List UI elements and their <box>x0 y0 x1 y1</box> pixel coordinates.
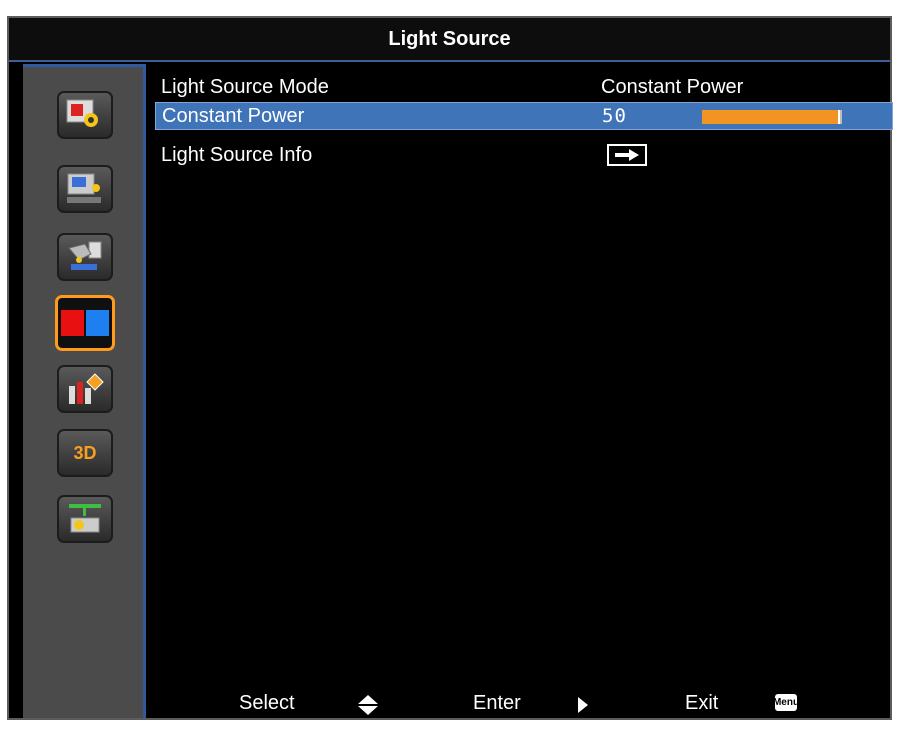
enter-hint-label: Enter <box>473 692 521 714</box>
slider-marker <box>838 110 840 124</box>
sidebar-item-setup[interactable] <box>57 233 113 281</box>
image-settings-icon <box>66 99 98 127</box>
setup-icon <box>68 241 102 270</box>
footer-hints: Select Enter Exit Menu <box>149 684 894 724</box>
row-label: Light Source Info <box>161 144 313 166</box>
sidebar-item-image-settings[interactable] <box>57 91 113 139</box>
slider-fill <box>702 110 838 124</box>
osd-window: Light Source 3D Light Source Mode Consta… <box>7 16 894 720</box>
select-hint-label: Select <box>239 692 295 714</box>
sidebar: 3D <box>23 64 146 718</box>
row-value: Constant Power <box>601 76 744 98</box>
up-down-arrow-icon <box>358 695 378 715</box>
light-source-icon <box>61 310 109 336</box>
enter-arrow-icon[interactable] <box>607 144 647 166</box>
exit-hint-label: Exit <box>685 692 719 714</box>
display-settings-icon <box>67 173 101 203</box>
row-value: 50 <box>602 105 627 127</box>
row-light-source-info[interactable]: Light Source Info <box>155 142 893 170</box>
sidebar-item-light-source[interactable] <box>55 295 115 351</box>
menu-key-icon: Menu <box>773 694 799 711</box>
sidebar-item-display-settings[interactable] <box>57 165 113 213</box>
network-icon <box>69 504 101 533</box>
information-icon <box>69 373 104 404</box>
row-label: Constant Power <box>162 105 305 127</box>
menu-title: Light Source <box>9 18 890 62</box>
3d-icon: 3D <box>73 442 97 463</box>
right-arrow-icon <box>578 697 588 713</box>
sidebar-item-3d[interactable]: 3D <box>57 429 113 477</box>
row-light-source-mode[interactable]: Light Source Mode Constant Power <box>155 74 893 102</box>
row-constant-power[interactable]: Constant Power 50 <box>155 102 893 130</box>
sidebar-item-network[interactable] <box>57 495 113 543</box>
sidebar-item-information[interactable] <box>57 365 113 413</box>
constant-power-slider[interactable] <box>702 110 842 124</box>
menu-content: Light Source Mode Constant Power Constan… <box>149 64 894 718</box>
row-label: Light Source Mode <box>161 76 329 98</box>
